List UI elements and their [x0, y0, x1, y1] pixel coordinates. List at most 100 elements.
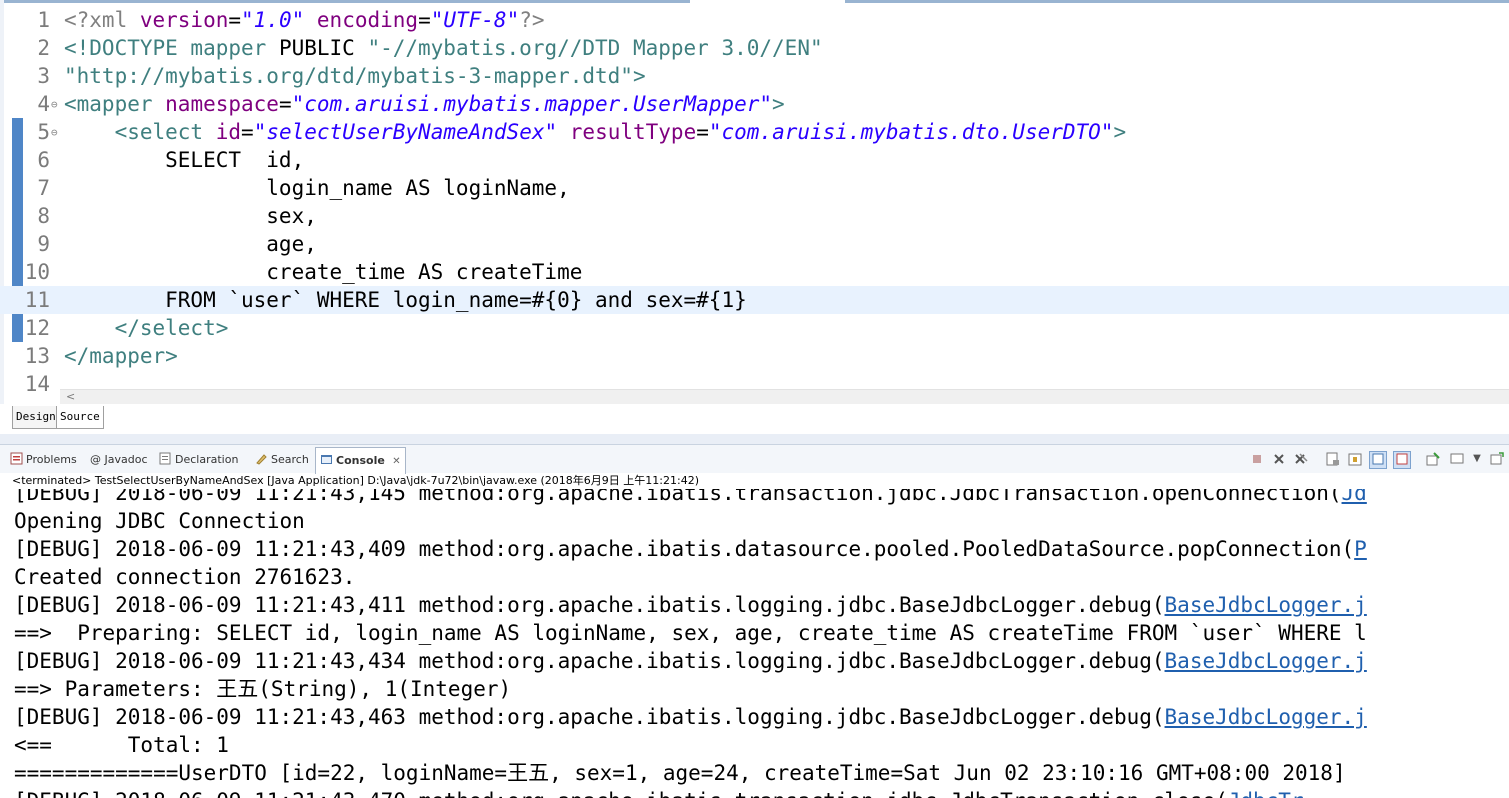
- view-splitter[interactable]: [0, 434, 1509, 444]
- code-text: SELECT id,: [64, 146, 304, 174]
- code-line[interactable]: 2 <!DOCTYPE mapper PUBLIC "-//mybatis.org…: [0, 34, 1509, 62]
- code-token: =: [418, 8, 431, 32]
- remove-all-icon[interactable]: [1293, 451, 1309, 467]
- line-number: 2: [37, 36, 50, 60]
- code-line[interactable]: 9 age,: [0, 230, 1509, 258]
- console-line: [DEBUG] 2018-06-09 11:21:43,409 method:o…: [14, 535, 1367, 563]
- code-line[interactable]: 7 login_name AS loginName,: [0, 174, 1509, 202]
- code-token: PUBLIC: [278, 36, 368, 60]
- code-line[interactable]: 5 ⊖ <select id="selectUserByNameAndSex" r…: [0, 118, 1509, 146]
- code-text: <?xml version="1.0" encoding="UTF-8"?>: [64, 6, 545, 34]
- editor-top-border: [0, 0, 690, 3]
- code-text: <!DOCTYPE mapper PUBLIC "-//mybatis.org/…: [64, 34, 823, 62]
- fold-toggle-icon[interactable]: ⊖: [51, 119, 58, 147]
- editor-top-border-right: [845, 0, 1509, 3]
- line-number: 1: [37, 8, 50, 32]
- console-line: <== Total: 1: [14, 731, 229, 759]
- code-line[interactable]: 1 <?xml version="1.0" encoding="UTF-8"?>: [0, 6, 1509, 34]
- show-on-stdout-icon[interactable]: [1369, 451, 1387, 469]
- console-line: [DEBUG] 2018-06-09 11:21:43,463 method:o…: [14, 703, 1367, 731]
- source-link[interactable]: BaseJdbcLogger.j: [1165, 593, 1367, 617]
- code-token: =: [278, 92, 292, 116]
- code-token: create_time AS createTime: [64, 260, 583, 284]
- scroll-left-arrow-icon[interactable]: <: [66, 390, 75, 403]
- fold-toggle-icon[interactable]: ⊖: [51, 91, 58, 119]
- close-icon[interactable]: ✕: [392, 456, 400, 467]
- code-token: <!DOCTYPE mapper: [64, 36, 279, 60]
- code-token: "com.aruisi.mybatis.mapper.UserMapper": [291, 92, 773, 116]
- console-line: ==> Parameters: 王五(String), 1(Integer): [14, 675, 511, 703]
- tab-problems[interactable]: Problems: [10, 449, 77, 471]
- clear-console-icon[interactable]: [1325, 451, 1341, 467]
- declaration-icon: [159, 451, 172, 465]
- process-status: <terminated> TestSelectUserByNameAndSex …: [12, 474, 699, 487]
- code-token: "1.0": [241, 8, 305, 32]
- search-icon: [255, 451, 268, 465]
- source-link[interactable]: BaseJdbcLogger.j: [1165, 705, 1367, 729]
- display-console-icon[interactable]: [1449, 451, 1465, 467]
- code-token: id: [215, 120, 242, 144]
- code-token: ?>: [519, 8, 545, 32]
- remove-launch-icon[interactable]: [1271, 451, 1287, 467]
- source-link[interactable]: P: [1354, 537, 1367, 561]
- chevron-down-icon[interactable]: ▼: [1469, 451, 1485, 467]
- line-number: 4: [37, 92, 50, 116]
- console-line-text: [DEBUG] 2018-06-09 11:21:43,434 method:o…: [14, 649, 1165, 673]
- console-line: Opening JDBC Connection: [14, 507, 305, 535]
- source-link[interactable]: Jd: [1342, 489, 1367, 505]
- code-token: <select: [114, 120, 216, 144]
- console-line: [DEBUG] 2018-06-09 11:21:43,411 method:o…: [14, 591, 1367, 619]
- problems-icon: [10, 451, 23, 465]
- code-line[interactable]: 11 FROM `user` WHERE login_name=#{0} and…: [0, 286, 1509, 314]
- console-icon: [320, 450, 333, 464]
- tab-design[interactable]: Design: [12, 406, 60, 429]
- console-line-text: ==> Preparing: SELECT id, login_name AS …: [14, 621, 1367, 645]
- view-tab-bar: Problems @ Javadoc Declaration Search Co…: [0, 445, 1509, 474]
- tab-declaration[interactable]: Declaration: [159, 449, 238, 471]
- code-line[interactable]: 13 </mapper>: [0, 342, 1509, 370]
- line-number: 9: [37, 232, 50, 256]
- code-line[interactable]: 10 create_time AS createTime: [0, 258, 1509, 286]
- tab-console[interactable]: Console ✕: [315, 447, 406, 474]
- code-text: <mapper namespace="com.aruisi.mybatis.ma…: [64, 90, 785, 118]
- code-token: >: [632, 64, 646, 88]
- console-output[interactable]: [DEBUG] 2018-06-09 11:21:43,145 method:o…: [0, 489, 1509, 798]
- console-line: Created connection 2761623.: [14, 563, 355, 591]
- tab-declaration-label: Declaration: [175, 453, 239, 466]
- line-number: 14: [24, 372, 50, 396]
- code-token: FROM `user` WHERE login_name=#{0} and se…: [64, 288, 747, 312]
- console-line-text: [DEBUG] 2018-06-09 11:21:43,411 method:o…: [14, 593, 1165, 617]
- console-line: [DEBUG] 2018-06-09 11:21:43,145 method:o…: [14, 489, 1367, 507]
- horizontal-scrollbar[interactable]: <: [60, 389, 1509, 405]
- code-token: login_name AS loginName,: [64, 176, 570, 200]
- code-token: "http://mybatis.org/dtd/mybatis-3-mapper…: [64, 64, 633, 88]
- code-line[interactable]: 3 "http://mybatis.org/dtd/mybatis-3-mappe…: [0, 62, 1509, 90]
- show-on-stderr-icon[interactable]: [1393, 451, 1411, 469]
- line-number: 5: [37, 120, 50, 144]
- console-line-text: =============UserDTO [id=22, loginName=王…: [14, 761, 1346, 785]
- scroll-lock-icon[interactable]: [1347, 451, 1363, 467]
- line-number: 11: [24, 288, 50, 312]
- tab-source[interactable]: Source: [56, 406, 104, 429]
- code-token: >: [1113, 120, 1127, 144]
- tab-problems-label: Problems: [26, 453, 77, 466]
- code-token: >: [772, 92, 785, 116]
- line-number: 3: [37, 64, 50, 88]
- pin-console-icon[interactable]: [1425, 451, 1441, 467]
- code-line[interactable]: 12 </select>: [0, 314, 1509, 342]
- source-link[interactable]: BaseJdbcLogger.j: [1165, 649, 1367, 673]
- tab-javadoc[interactable]: @ Javadoc: [90, 449, 148, 471]
- code-line[interactable]: 4 ⊖ <mapper namespace="com.aruisi.mybatis.…: [0, 90, 1509, 118]
- code-text: <select id="selectUserByNameAndSex" resu…: [64, 118, 1127, 146]
- code-text: FROM `user` WHERE login_name=#{0} and se…: [64, 286, 747, 314]
- code-text: age,: [64, 230, 317, 258]
- code-line[interactable]: 6 SELECT id,: [0, 146, 1509, 174]
- terminate-icon[interactable]: [1249, 451, 1265, 467]
- xml-source-editor[interactable]: 1 <?xml version="1.0" encoding="UTF-8"?> 2…: [0, 0, 1509, 405]
- open-console-icon[interactable]: [1489, 451, 1505, 467]
- tab-search[interactable]: Search: [255, 449, 309, 471]
- code-line[interactable]: 8 sex,: [0, 202, 1509, 230]
